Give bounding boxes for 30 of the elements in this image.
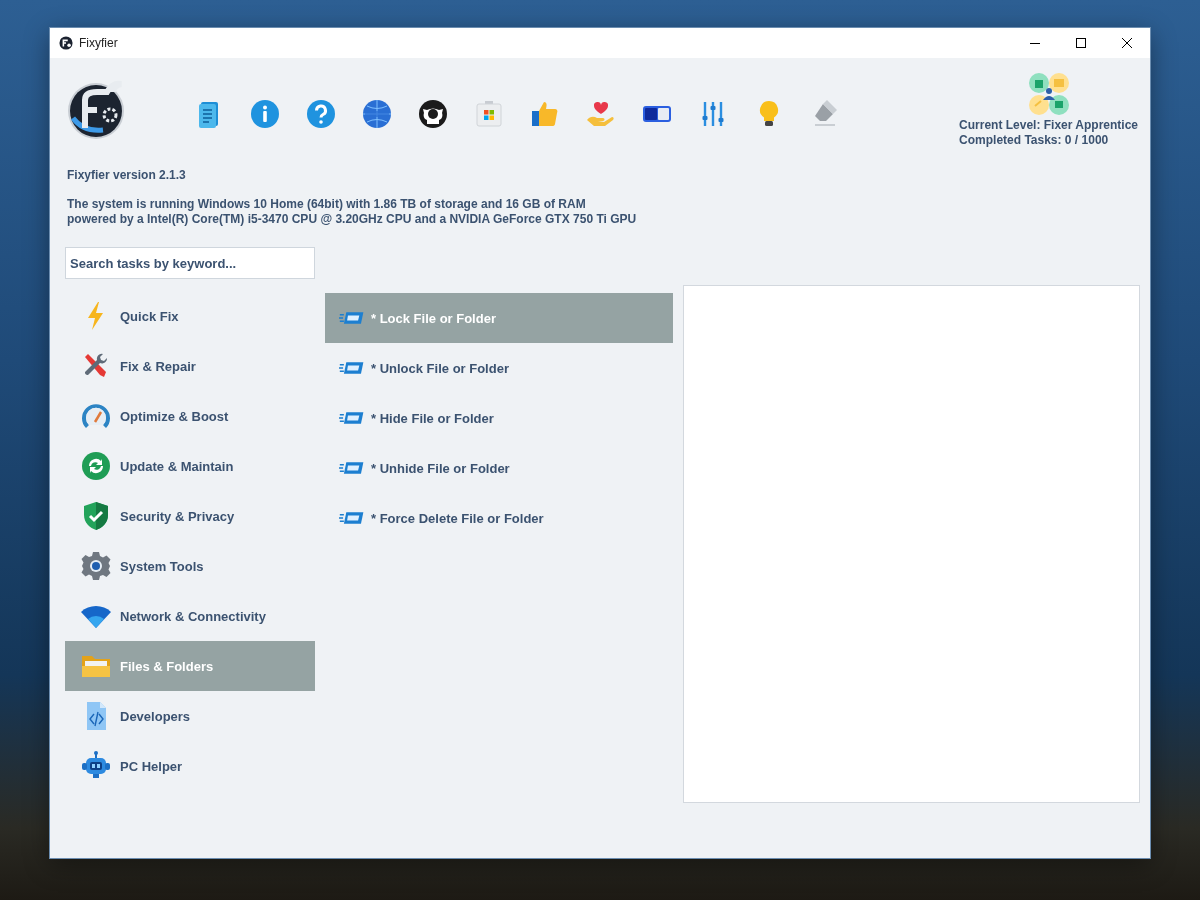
current-level-text: Current Level: Fixer Apprentice	[959, 118, 1138, 133]
category-item[interactable]: Network & Connectivity	[65, 591, 315, 641]
task-item[interactable]: * Hide File or Folder	[325, 393, 673, 443]
category-item[interactable]: Developers	[65, 691, 315, 741]
task-item[interactable]: * Unlock File or Folder	[325, 343, 673, 393]
search-field[interactable]: Search tasks by keyword...	[65, 247, 315, 279]
system-info-text: The system is running Windows 10 Home (64bit) with 1.86 TB of storage and 16 GB of RAM powered by a Intel(R) Core(TM) i5-3470 CPU @ 3.20GHz CPU and a NVIDIA GeForce GTX 750 Ti GPU	[67, 197, 638, 227]
maximize-icon	[1076, 38, 1086, 48]
category-item[interactable]: Update & Maintain	[65, 441, 315, 491]
app-logo-icon	[59, 36, 73, 50]
completed-tasks-text: Completed Tasks: 0 / 1000	[959, 133, 1109, 148]
shopping-bag-icon	[473, 98, 505, 130]
help-icon	[305, 98, 337, 130]
category-item[interactable]: System Tools	[65, 541, 315, 591]
close-icon	[1122, 38, 1132, 48]
task-item[interactable]: * Force Delete File or Folder	[325, 493, 673, 543]
category-item[interactable]: PC Helper	[65, 741, 315, 791]
category-item[interactable]: Quick Fix	[65, 291, 315, 341]
gear-icon	[80, 550, 112, 582]
info-icon	[249, 98, 281, 130]
minimize-icon	[1030, 42, 1040, 44]
globe-icon	[361, 98, 393, 130]
window-title: Fixyfier	[79, 36, 119, 50]
category-item[interactable]: Fix & Repair	[65, 341, 315, 391]
refresh-icon	[80, 450, 112, 482]
version-text: Fixyfier version 2.1.3	[67, 168, 187, 182]
task-item[interactable]: * Unhide File or Folder	[325, 443, 673, 493]
category-item[interactable]: Optimize & Boost	[65, 391, 315, 441]
category-item[interactable]: Security & Privacy	[65, 491, 315, 541]
app-logo	[65, 78, 127, 140]
